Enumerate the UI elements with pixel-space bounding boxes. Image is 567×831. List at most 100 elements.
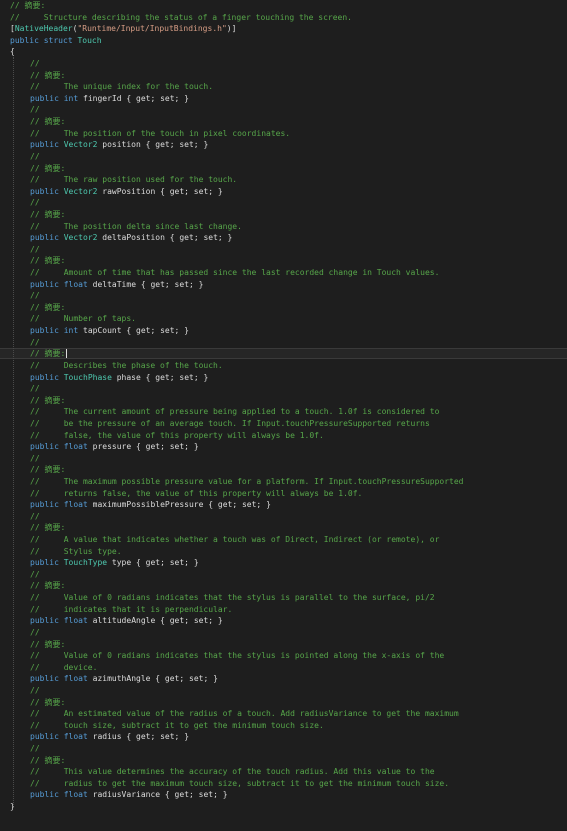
code-line[interactable]: // This value determines the accuracy of… — [0, 766, 567, 778]
code-line[interactable]: // — [0, 511, 567, 523]
type-name: Touch — [77, 35, 102, 45]
code-line[interactable]: // 摘要: — [0, 255, 567, 267]
code-line[interactable]: public float radius { get; set; } — [0, 731, 567, 743]
code-line[interactable]: // — [0, 197, 567, 209]
code-line[interactable]: public TouchType type { get; set; } — [0, 557, 567, 569]
member-name: deltaTime — [92, 279, 137, 289]
code-line[interactable]: // touch size, subtract it to get the mi… — [0, 720, 567, 732]
code-line[interactable]: // Value of 0 radians indicates that the… — [0, 592, 567, 604]
comment: // returns false, the value of this prop… — [30, 488, 363, 498]
code-line[interactable]: public struct Touch — [0, 35, 567, 47]
code-line[interactable]: // 摘要: — [0, 639, 567, 651]
code-line[interactable]: // false, the value of this property wil… — [0, 430, 567, 442]
code-line[interactable]: // — [0, 290, 567, 302]
keyword: public — [30, 442, 59, 452]
code-line[interactable]: // 摘要: — [0, 522, 567, 534]
keyword: public — [30, 93, 59, 103]
member-name: maximumPossiblePressure — [92, 500, 204, 510]
code-line[interactable]: // — [0, 569, 567, 581]
code-line[interactable]: // — [0, 104, 567, 116]
code-line[interactable]: // Amount of time that has passed since … — [0, 267, 567, 279]
accessors: { get; set; } — [164, 790, 228, 800]
code-line[interactable]: // 摘要: — [0, 697, 567, 709]
comment: // Number of taps. — [30, 314, 136, 324]
code-line[interactable]: { — [0, 46, 567, 58]
accessors: { get; set; } — [145, 372, 209, 382]
code-line[interactable]: // — [0, 627, 567, 639]
comment: // The position delta since last change. — [30, 221, 242, 231]
code-editor[interactable]: // 摘要: // Structure describing the statu… — [0, 0, 567, 831]
code-line[interactable]: // 摘要: — [0, 755, 567, 767]
accessors: { get; set; } — [126, 732, 190, 742]
code-line[interactable]: // 摘要: — [0, 395, 567, 407]
code-line[interactable]: // — [0, 58, 567, 70]
code-line[interactable]: // Structure describing the status of a … — [0, 12, 567, 24]
code-line[interactable]: public int fingerId { get; set; } — [0, 93, 567, 105]
comment: // 摘要: — [10, 1, 46, 10]
code-line[interactable]: // An estimated value of the radius of a… — [0, 708, 567, 720]
accessors: { get; set; } — [208, 500, 271, 510]
code-line[interactable]: // Number of taps. — [0, 313, 567, 325]
code-line[interactable]: // The current amount of pressure being … — [0, 406, 567, 418]
accessors: { get; set; } — [126, 93, 189, 103]
code-line[interactable]: // — [0, 685, 567, 697]
code-line[interactable]: public float azimuthAngle { get; set; } — [0, 673, 567, 685]
code-line[interactable]: // A value that indicates whether a touc… — [0, 534, 567, 546]
comment: // The raw position used for the touch. — [30, 175, 238, 185]
code-line[interactable]: public Vector2 position { get; set; } — [0, 139, 567, 151]
code-line[interactable]: // The maximum possible pressure value f… — [0, 476, 567, 488]
comment: // Value of 0 radians indicates that the… — [30, 651, 445, 661]
comment: // false, the value of this property wil… — [30, 430, 324, 440]
code-line[interactable]: public TouchPhase phase { get; set; } — [0, 372, 567, 384]
type-name: Vector2 — [63, 233, 98, 243]
member-name: pressure — [92, 442, 132, 452]
member-name: radiusVariance — [92, 790, 161, 800]
accessors: { get; set; } — [126, 326, 189, 336]
code-line[interactable]: // The position of the touch in pixel co… — [0, 128, 567, 140]
code-line[interactable]: // device. — [0, 662, 567, 674]
code-line[interactable]: // Describes the phase of the touch. — [0, 360, 567, 372]
code-line[interactable]: // The position delta since last change. — [0, 221, 567, 233]
code-line[interactable]: // 摘要: — [0, 209, 567, 221]
code-line[interactable]: [NativeHeader("Runtime/Input/InputBindin… — [0, 23, 567, 35]
code-line[interactable]: // 摘要: — [0, 163, 567, 175]
code-line[interactable]: // — [0, 453, 567, 465]
code-line[interactable]: // indicates that it is perpendicular. — [0, 604, 567, 616]
code-line[interactable]: } — [0, 801, 567, 813]
code-line[interactable]: public float altitudeAngle { get; set; } — [0, 615, 567, 627]
code-line[interactable]: // 摘要: — [0, 464, 567, 476]
comment: // Describes the phase of the touch. — [30, 360, 223, 370]
code-line[interactable]: // — [0, 743, 567, 755]
code-line[interactable]: public Vector2 deltaPosition { get; set;… — [0, 232, 567, 244]
code-line[interactable]: // — [0, 383, 567, 395]
code-line[interactable]: public int tapCount { get; set; } — [0, 325, 567, 337]
code-line[interactable]: // — [0, 151, 567, 163]
code-line[interactable]: // Stylus type. — [0, 546, 567, 558]
code-line[interactable]: // 摘要: — [0, 348, 567, 360]
code-line[interactable]: // 摘要: — [0, 70, 567, 82]
code-line[interactable]: // 摘要: — [0, 116, 567, 128]
comment: // — [30, 384, 40, 394]
code-line[interactable]: // The raw position used for the touch. — [0, 174, 567, 186]
code-line[interactable]: // 摘要: — [0, 302, 567, 314]
code-line[interactable]: // 摘要: — [0, 580, 567, 592]
code-line[interactable]: // — [0, 244, 567, 256]
code-line[interactable]: // Value of 0 radians indicates that the… — [0, 650, 567, 662]
code-line[interactable]: public float deltaTime { get; set; } — [0, 279, 567, 291]
keyword: public — [30, 732, 59, 742]
code-line[interactable]: // — [0, 337, 567, 349]
comment: // — [30, 511, 40, 521]
code-line[interactable]: public float radiusVariance { get; set; … — [0, 789, 567, 801]
type-name: float — [63, 732, 88, 742]
member-name: deltaPosition — [102, 233, 165, 243]
code-line[interactable]: // 摘要: — [0, 0, 567, 12]
code-line[interactable]: // be the pressure of an average touch. … — [0, 418, 567, 430]
code-line[interactable]: // radius to get the maximum touch size,… — [0, 778, 567, 790]
code-line[interactable]: public Vector2 rawPosition { get; set; } — [0, 186, 567, 198]
summary-comment: // 摘要: — [30, 523, 66, 533]
comment: // The unique index for the touch. — [30, 82, 214, 92]
code-line[interactable]: public float pressure { get; set; } — [0, 441, 567, 453]
code-line[interactable]: // The unique index for the touch. — [0, 81, 567, 93]
code-line[interactable]: public float maximumPossiblePressure { g… — [0, 499, 567, 511]
code-line[interactable]: // returns false, the value of this prop… — [0, 488, 567, 500]
